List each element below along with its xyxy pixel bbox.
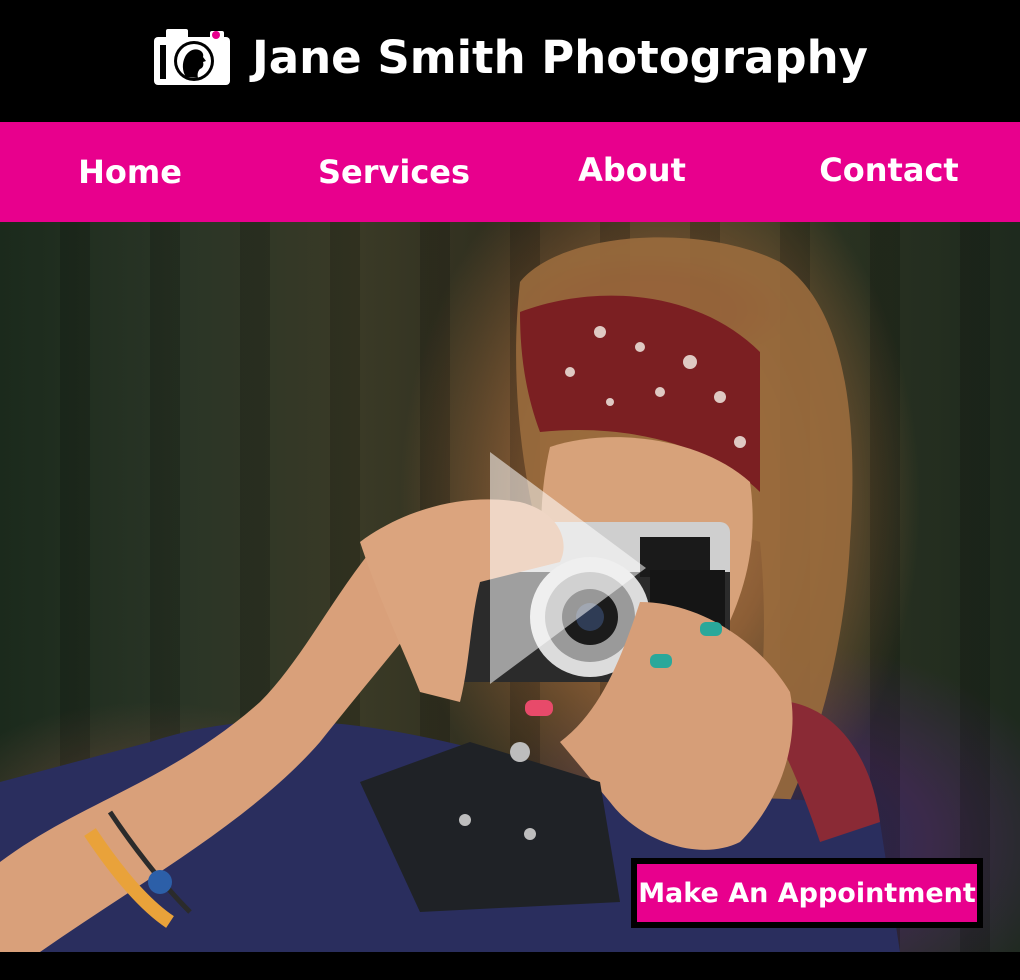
main-nav: Home Services About Contact: [0, 122, 1020, 222]
nav-item-home[interactable]: Home: [30, 122, 230, 222]
site-title: Jane Smith Photography: [252, 30, 868, 84]
nav-item-about[interactable]: About: [532, 120, 732, 220]
camera-silhouette-icon: [154, 29, 230, 85]
hero-photo: Make An Appointment: [0, 222, 1020, 952]
brand[interactable]: Jane Smith Photography: [152, 27, 868, 87]
nav-item-services[interactable]: Services: [294, 122, 494, 222]
play-icon[interactable]: [488, 448, 648, 688]
make-appointment-button[interactable]: Make An Appointment: [633, 860, 981, 926]
nav-item-contact[interactable]: Contact: [789, 120, 989, 220]
site-header: Jane Smith Photography: [0, 0, 1020, 122]
page: Jane Smith Photography Home Services Abo…: [0, 0, 1020, 980]
footer-bar: [0, 952, 1020, 980]
